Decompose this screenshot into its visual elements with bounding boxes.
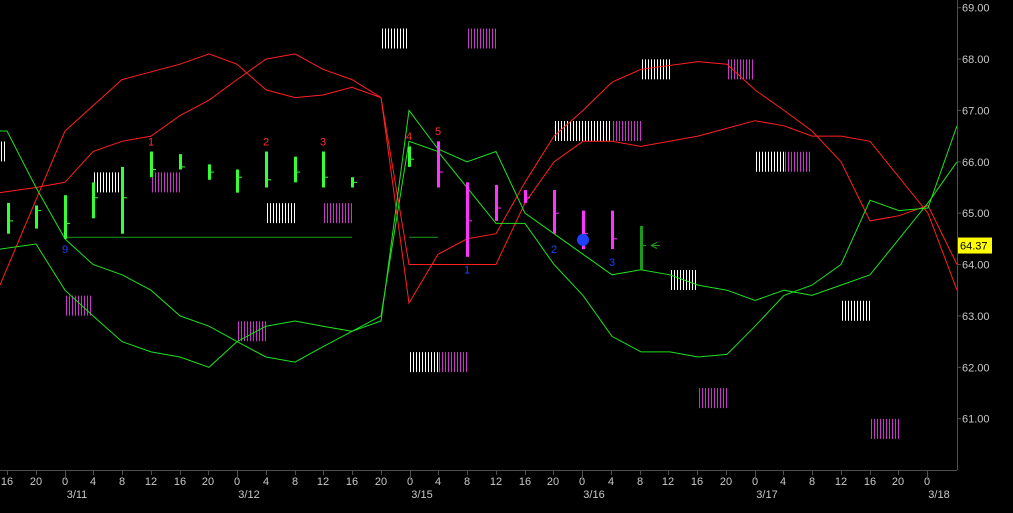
hour-tick-label: 4 xyxy=(263,476,269,488)
hour-tick-label: 20 xyxy=(892,476,904,488)
price-bar-range xyxy=(640,226,643,270)
bar-count-label: 2 xyxy=(551,244,557,256)
hour-tick-label: 16 xyxy=(519,476,531,488)
price-chart: 1 2 3 4 59123 69.0068.0067.0066.0065.0064.00… xyxy=(0,0,1013,513)
price-tick-label: 67.00 xyxy=(962,105,990,117)
hour-tick-label: 20 xyxy=(30,476,42,488)
price-bar-range xyxy=(121,166,124,234)
hour-tick-label: 20 xyxy=(547,476,559,488)
last-price-label: 64.37 xyxy=(960,241,988,253)
price-bar-range xyxy=(294,156,297,183)
price-tick-label: 63.00 xyxy=(962,311,990,323)
hour-tick-label: 16 xyxy=(174,476,186,488)
hour-tick-label: 16 xyxy=(691,476,703,488)
hour-tick-label: 16 xyxy=(1,476,13,488)
hour-tick-label: 8 xyxy=(637,476,643,488)
hour-tick-label: 8 xyxy=(292,476,298,488)
price-tick-label: 69.00 xyxy=(962,3,990,15)
hour-tick-label: 20 xyxy=(375,476,387,488)
hour-tick-label: 4 xyxy=(90,476,96,488)
price-tick-label: 65.00 xyxy=(962,208,990,220)
bar-count-label: 3 xyxy=(609,257,615,269)
price-bar-range xyxy=(150,151,153,178)
hour-tick-label: 12 xyxy=(490,476,502,488)
price-bar-range xyxy=(553,190,556,234)
date-label: 3/12 xyxy=(238,489,259,501)
hour-tick-label: 12 xyxy=(662,476,674,488)
price-tick-label: 68.00 xyxy=(962,54,990,66)
price-tick-label: 64.00 xyxy=(962,260,990,272)
date-label: 3/18 xyxy=(928,489,949,501)
price-tick-label: 66.00 xyxy=(962,157,990,169)
price-bar-range xyxy=(236,169,239,193)
hour-tick-label: 16 xyxy=(346,476,358,488)
bar-count-label: 2 xyxy=(263,136,269,148)
price-bar-range xyxy=(408,146,411,167)
price-tick-label: 62.00 xyxy=(962,362,990,374)
price-bar-range xyxy=(437,141,440,188)
hour-tick-label: 20 xyxy=(720,476,732,488)
bar-count-label: 9 xyxy=(62,244,68,256)
last-price-tag: 64.37 xyxy=(958,237,992,254)
price-bar-range xyxy=(179,154,182,170)
bar-count-label: 1 xyxy=(464,265,470,277)
current-price-dot xyxy=(577,233,589,246)
bar-count-label: 1 xyxy=(148,136,154,148)
bar-count-label: 4 xyxy=(406,131,412,143)
price-bar-range xyxy=(64,195,67,239)
hour-tick-label: 12 xyxy=(835,476,847,488)
price-bar-range xyxy=(208,164,211,180)
hour-tick-label: 12 xyxy=(317,476,329,488)
price-bar-range xyxy=(35,205,38,229)
hour-tick-label: 4 xyxy=(435,476,441,488)
date-label: 3/11 xyxy=(67,489,88,501)
price-bar-range xyxy=(524,190,527,203)
date-label: 3/16 xyxy=(583,489,604,501)
date-label: 3/17 xyxy=(756,489,777,501)
hour-tick-label: 8 xyxy=(809,476,815,488)
hour-tick-label: 4 xyxy=(608,476,614,488)
price-bar-range xyxy=(7,202,10,234)
price-bar-range xyxy=(466,182,469,257)
chart-background xyxy=(0,0,1013,513)
bar-count-label: 5 xyxy=(435,126,441,138)
date-label: 3/15 xyxy=(411,489,432,501)
price-bar-range xyxy=(495,184,498,221)
price-bar-range xyxy=(265,151,268,188)
hour-tick-label: 16 xyxy=(864,476,876,488)
hour-tick-label: 12 xyxy=(145,476,157,488)
price-tick-label: 61.00 xyxy=(962,414,990,426)
hour-tick-label: 4 xyxy=(780,476,786,488)
hour-tick-label: 8 xyxy=(119,476,125,488)
price-bar-range xyxy=(611,210,614,250)
price-bar-range xyxy=(351,177,354,188)
hour-tick-label: 20 xyxy=(202,476,214,488)
price-bar-range xyxy=(92,182,95,219)
hour-tick-label: 8 xyxy=(464,476,470,488)
price-bar-range xyxy=(322,151,325,188)
bar-count-label: 3 xyxy=(320,136,326,148)
